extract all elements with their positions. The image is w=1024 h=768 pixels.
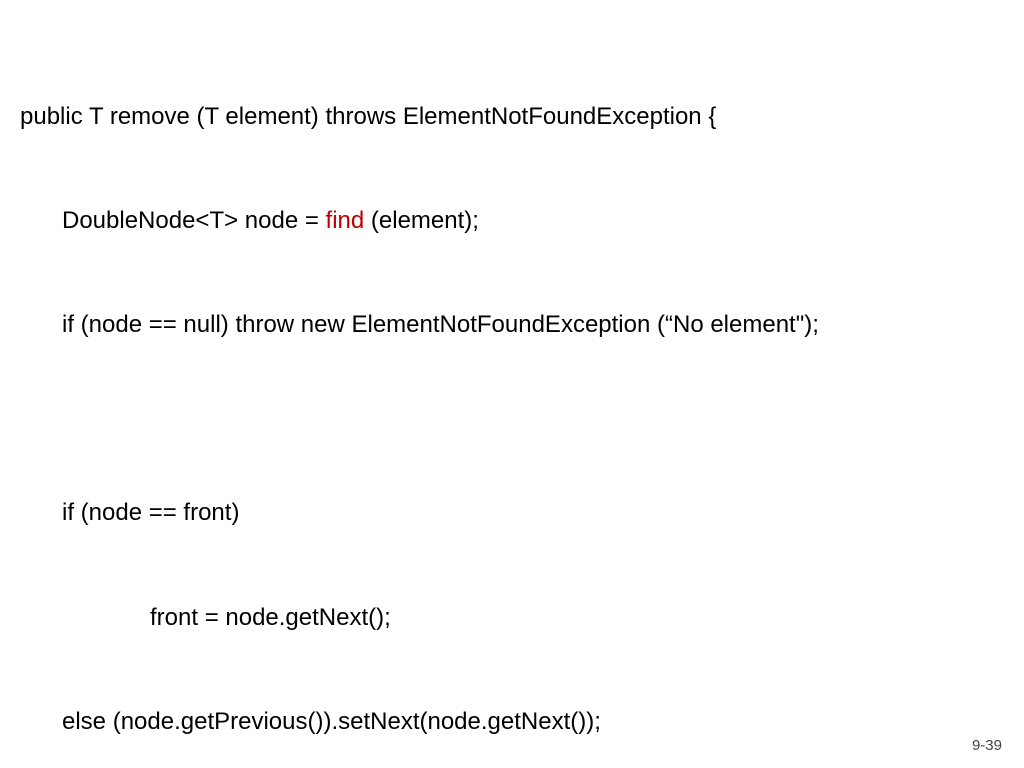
- code-text: (element);: [364, 207, 479, 234]
- paragraph-gap: [20, 413, 1004, 427]
- code-line: public T remove (T element) throws Eleme…: [20, 100, 1004, 135]
- code-line: if (node == null) throw new ElementNotFo…: [20, 308, 1004, 343]
- code-text: DoubleNode<T> node =: [62, 207, 326, 234]
- code-block: public T remove (T element) throws Eleme…: [20, 30, 1004, 768]
- code-line: DoubleNode<T> node = find (element);: [20, 204, 1004, 239]
- code-line: front = node.getNext();: [20, 601, 1004, 636]
- page-number: 9-39: [972, 737, 1002, 754]
- code-line: else (node.getPrevious()).setNext(node.g…: [20, 705, 1004, 740]
- code-highlight: find: [326, 207, 365, 234]
- slide-content: public T remove (T element) throws Eleme…: [0, 0, 1024, 768]
- code-line: if (node == front): [20, 496, 1004, 531]
